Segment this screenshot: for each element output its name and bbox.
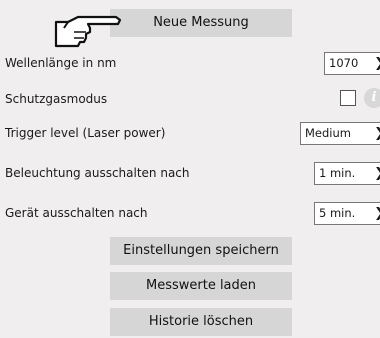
trigger-level-value: Medium [305, 126, 351, 140]
device-off-label: Gerät ausschalten nach [5, 206, 148, 220]
settings-panel: Neue Messung Wellenlänge in nm 1070 ❯ Sc… [0, 0, 380, 338]
trigger-level-select[interactable]: Medium ❯ [300, 122, 380, 145]
device-off-value: 5 min. [319, 206, 356, 220]
chevron-down-icon: ❯ [374, 123, 380, 144]
lighting-off-label: Beleuchtung ausschalten nach [5, 166, 190, 180]
new-measurement-button[interactable]: Neue Messung [110, 9, 292, 37]
wavelength-value: 1070 [329, 56, 359, 70]
wavelength-label: Wellenlänge in nm [5, 56, 117, 70]
load-values-button[interactable]: Messwerte laden [110, 272, 292, 300]
device-off-select[interactable]: 5 min. ❯ [314, 202, 380, 225]
info-icon[interactable]: i [364, 88, 380, 108]
trigger-level-label: Trigger level (Laser power) [5, 126, 166, 140]
chevron-down-icon: ❯ [374, 203, 380, 224]
chevron-down-icon: ❯ [374, 53, 380, 74]
pointing-hand-icon [54, 15, 122, 48]
shielding-gas-label: Schutzgasmodus [5, 92, 108, 106]
lighting-off-value: 1 min. [319, 166, 356, 180]
wavelength-select[interactable]: 1070 ❯ [324, 52, 380, 75]
chevron-down-icon: ❯ [374, 163, 380, 184]
clear-history-button[interactable]: Historie löschen [110, 308, 292, 336]
save-settings-button[interactable]: Einstellungen speichern [110, 237, 292, 265]
shielding-gas-checkbox[interactable] [340, 90, 356, 106]
lighting-off-select[interactable]: 1 min. ❯ [314, 162, 380, 185]
